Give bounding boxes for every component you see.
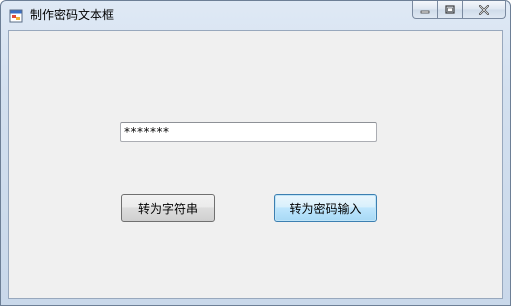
title-bar[interactable]: 制作密码文本框 [1,1,510,29]
close-button[interactable] [463,1,506,19]
form-client-area: ******* 转为字符串 转为密码输入 [8,30,503,299]
window-title: 制作密码文本框 [30,8,115,22]
convert-to-string-button[interactable]: 转为字符串 [121,194,215,222]
app-icon [9,8,23,23]
password-textbox[interactable]: ******* [120,122,377,142]
minimize-button[interactable] [412,1,438,19]
caption-buttons [412,1,506,20]
minimize-icon [420,0,430,19]
close-icon [478,0,490,19]
maximize-icon [445,0,455,19]
convert-to-password-button[interactable]: 转为密码输入 [274,194,377,222]
app-window: 制作密码文本框 ******* 转为字符串 转为密码输入 [0,0,511,306]
maximize-button[interactable] [438,1,463,19]
